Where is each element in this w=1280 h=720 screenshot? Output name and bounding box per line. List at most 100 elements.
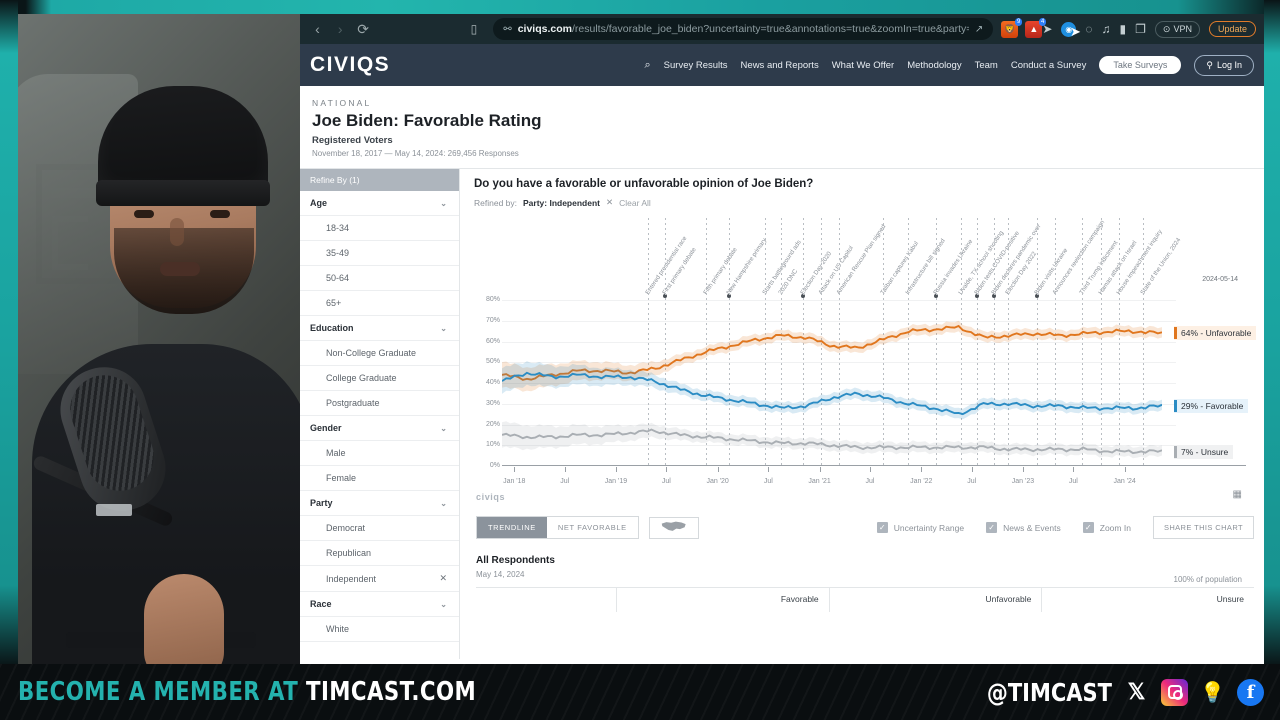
sidebar-item-label: 18-34 (326, 223, 350, 233)
sidebar-item-republican[interactable]: Republican (300, 541, 459, 566)
sidebar-item-label: Female (326, 473, 357, 483)
sidebar-item-white[interactable]: White (300, 617, 459, 642)
facebook-icon[interactable]: f (1237, 678, 1264, 706)
x-tick (717, 467, 719, 472)
remove-filter-icon[interactable]: ✕ (439, 573, 447, 584)
sidebar-group-education[interactable]: Education ⌄ (300, 316, 459, 341)
sidebar-group-gender[interactable]: Gender ⌄ (300, 416, 459, 441)
bulb-icon[interactable]: 💡 (1199, 679, 1226, 706)
clear-all-button[interactable]: Clear All (619, 198, 651, 208)
nav-link-survey-results[interactable]: Survey Results (664, 60, 728, 71)
sidebar-item-65-plus[interactable]: 65+ (300, 291, 459, 316)
nav-link-conduct-a-survey[interactable]: Conduct a Survey (1011, 60, 1087, 71)
address-bar[interactable]: ⚯ civiqs.com/results/favorable_joe_biden… (493, 18, 994, 40)
annotation-labels: Entered presidential race First primary d… (474, 216, 1254, 298)
zoom-in-checkbox[interactable]: ✓ Zoom In (1082, 522, 1131, 533)
sidebar-item-female[interactable]: Female (300, 466, 459, 491)
browser-toolbar: ‹ › ⟳ ▯ ⚯ civiqs.com/results/favorable_j… (300, 14, 1264, 44)
banner-left-teal: BECOME A MEMBER AT (18, 677, 299, 707)
person-nose (170, 218, 184, 246)
respondents-section: All Respondents May 14, 2024 100% of pop… (474, 555, 1254, 612)
sidebar-item-non-college-graduate[interactable]: Non-College Graduate (300, 341, 459, 366)
search-icon[interactable]: ⌕ (644, 59, 650, 72)
banner-handle: @TIMCAST (986, 677, 1112, 707)
chevron-down-icon: ⌄ (440, 323, 447, 333)
us-map-icon (661, 521, 686, 531)
brave-talk-icon[interactable]: ◌ (1085, 22, 1092, 36)
sidebar-group-party[interactable]: Party ⌄ (300, 491, 459, 516)
sidebar-item-label: Independent (326, 573, 377, 584)
chart-end-datestamp: 2024-05-14 (1202, 276, 1238, 283)
url-domain: civiqs.com (517, 23, 572, 35)
sidebar-item-male[interactable]: Male (300, 441, 459, 466)
instagram-icon[interactable] (1161, 678, 1188, 706)
chart-options: ✓ Uncertainty Range ✓ News & Events ✓ Zo… (876, 516, 1254, 539)
nav-link-what-we-offer[interactable]: What We Offer (832, 60, 894, 71)
sidebar-item-democrat[interactable]: Democrat (300, 516, 459, 541)
sidebar-group-age[interactable]: Age ⌄ (300, 191, 459, 216)
x-tick-label: Jul (661, 478, 671, 485)
nav-link-methodology[interactable]: Methodology (907, 60, 961, 71)
person-mouth (160, 262, 200, 276)
site-navigation: ⌕ Survey Results News and Reports What W… (644, 54, 1254, 76)
update-button[interactable]: Update (1208, 21, 1256, 37)
site-settings-icon[interactable]: ⚯ (503, 24, 511, 35)
sidebar-item-college-graduate[interactable]: College Graduate (300, 366, 459, 391)
net-favorable-tab[interactable]: NET FAVORABLE (547, 517, 638, 538)
music-note-icon[interactable]: ♫ (1102, 22, 1111, 36)
x-tick-label: Jan '22 (910, 478, 933, 485)
x-icon[interactable]: 𝕏 (1123, 679, 1150, 706)
sidebar-group-label: Race (310, 599, 332, 609)
y-tick-label: 0% (489, 462, 500, 469)
nav-link-team[interactable]: Team (975, 60, 998, 71)
reload-icon[interactable]: ⟳ (352, 18, 375, 40)
sidebar-item-50-64[interactable]: 50-64 (300, 266, 459, 291)
x-axis-line (502, 465, 1246, 466)
chevron-down-icon: ⌄ (440, 599, 447, 609)
x-tick-label: Jan '21 (808, 478, 831, 485)
y-tick-label: 50% (485, 358, 500, 366)
x-tick (921, 467, 923, 472)
brave-shields-icon[interactable]: 🦁 9 (1001, 17, 1023, 38)
sidebar-item-18-34[interactable]: 18-34 (300, 216, 459, 241)
share-this-chart-button[interactable]: SHARE THIS CHART (1152, 516, 1254, 539)
sidebar-group-label: Party (310, 498, 333, 508)
trendline-tab[interactable]: TRENDLINE (477, 517, 547, 538)
log-in-button[interactable]: ⚲ Log In (1194, 54, 1254, 76)
eyebrow-national: NATIONAL (312, 98, 372, 108)
annotation-label[interactable]: First primary debate (661, 246, 698, 296)
banner-membership-text: BECOME A MEMBER AT TIMCAST.COM (0, 677, 476, 707)
sidebar-toggle-icon[interactable]: ▮ (1120, 22, 1127, 36)
forward-icon[interactable]: › (329, 18, 352, 40)
picture-in-picture-icon[interactable]: ❐ (1135, 22, 1146, 36)
share-url-icon[interactable]: ↗ (975, 24, 983, 35)
uncertainty-range-checkbox[interactable]: ✓ Uncertainty Range (876, 522, 965, 533)
sidebar-group-race[interactable]: Race ⌄ (300, 592, 459, 617)
back-icon[interactable]: ‹ (306, 18, 329, 40)
notification-extension-icon[interactable]: ▲ 4 (1025, 17, 1047, 38)
refined-remove-icon[interactable]: ✕ (606, 197, 613, 208)
sidebar-item-independent[interactable]: Independent ✕ (300, 566, 459, 592)
map-view-button[interactable] (648, 516, 699, 539)
take-surveys-button[interactable]: Take Surveys (1099, 56, 1182, 74)
sidebar-item-label: 35-49 (326, 248, 350, 258)
sidebar-item-label: College Graduate (326, 373, 397, 383)
population-label: 100% of population (1173, 575, 1243, 584)
trendline-chart[interactable]: Entered presidential race First primary d… (474, 216, 1257, 502)
calendar-icon[interactable]: ▦ (1233, 489, 1242, 500)
banner-social-row: @TIMCAST 𝕏 💡 f (963, 678, 1280, 707)
news-events-checkbox[interactable]: ✓ News & Events (986, 522, 1061, 533)
url-text: civiqs.com/results/favorable_joe_biden?u… (518, 23, 969, 35)
uncertainty-range-label: Uncertainty Range (893, 522, 965, 533)
sidebar-item-label: 65+ (326, 298, 342, 308)
x-tick (768, 467, 770, 472)
civiqs-logo[interactable]: CIVIQS (306, 53, 390, 77)
person-eye-left (134, 210, 154, 218)
brave-shields-badge: 9 (1014, 17, 1023, 26)
vpn-button[interactable]: ⊙ VPN (1154, 20, 1200, 38)
bookmark-icon[interactable]: ▯ (462, 18, 485, 40)
sidebar-item-postgraduate[interactable]: Postgraduate (300, 391, 459, 416)
sidebar-item-35-49[interactable]: 35-49 (300, 241, 459, 266)
table-col-blank (476, 588, 616, 612)
nav-link-news-and-reports[interactable]: News and Reports (741, 60, 819, 71)
